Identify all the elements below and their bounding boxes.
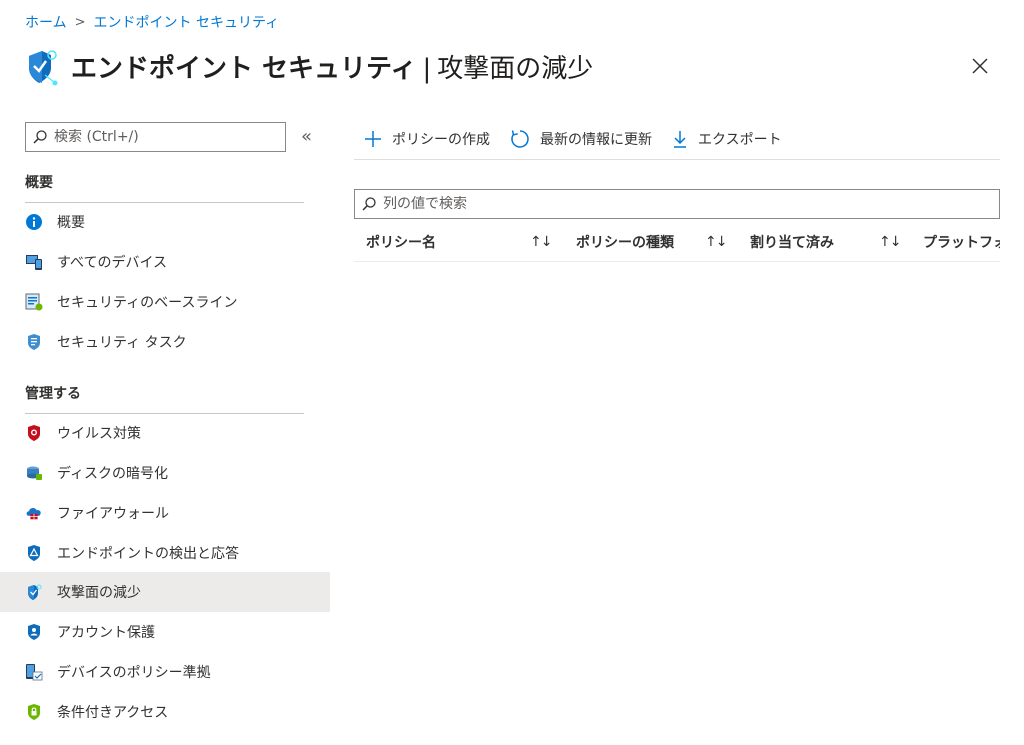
sidebar-item-endpoint-detection[interactable]: エンドポイントの検出と応答 bbox=[0, 533, 330, 573]
sidebar-item-label: すべてのデバイス bbox=[57, 255, 168, 271]
sidebar-search[interactable] bbox=[25, 122, 286, 152]
sidebar-item-antivirus[interactable]: ウイルス対策 bbox=[0, 413, 330, 453]
detection-shield-icon bbox=[25, 544, 43, 562]
sidebar-item-label: セキュリティのベースライン bbox=[57, 295, 238, 311]
sidebar-item-label: セキュリティ タスク bbox=[57, 335, 187, 351]
close-icon bbox=[972, 58, 988, 74]
filter-search-input[interactable] bbox=[383, 196, 983, 212]
breadcrumb: ホーム > エンドポイント セキュリティ bbox=[25, 12, 279, 32]
page-title-main: エンドポイント セキュリティ bbox=[71, 53, 417, 84]
export-label: エクスポート bbox=[698, 131, 782, 148]
breadcrumb-current-link[interactable]: エンドポイント セキュリティ bbox=[94, 12, 280, 32]
column-header-assigned[interactable]: 割り当て済み bbox=[750, 222, 834, 261]
refresh-icon bbox=[511, 129, 529, 148]
section-header-overview: 概要 bbox=[25, 172, 304, 203]
sidebar-item-all-devices[interactable]: すべてのデバイス bbox=[0, 242, 330, 282]
sidebar-item-label: 概要 bbox=[57, 215, 85, 231]
search-icon bbox=[33, 130, 47, 144]
info-icon bbox=[25, 213, 43, 231]
sort-policy-name-icon[interactable]: ↑↓ bbox=[530, 222, 552, 261]
antivirus-shield-icon bbox=[25, 424, 43, 442]
sidebar-item-label: 攻撃面の減少 bbox=[57, 585, 141, 601]
sidebar-item-label: 条件付きアクセス bbox=[57, 705, 169, 721]
column-header-platform[interactable]: プラットフォーム bbox=[923, 222, 1000, 261]
devices-icon bbox=[25, 253, 43, 271]
sidebar-item-conditional-access[interactable]: 条件付きアクセス bbox=[0, 692, 330, 732]
conditional-access-icon bbox=[25, 703, 43, 721]
section-header-manage: 管理する bbox=[25, 383, 304, 414]
sidebar-item-label: ディスクの暗号化 bbox=[57, 466, 169, 482]
page-header: エンドポイント セキュリティ | 攻撃面の減少 bbox=[25, 46, 593, 86]
firewall-icon bbox=[25, 504, 43, 522]
page-title-sub: 攻撃面の減少 bbox=[437, 53, 594, 84]
compliance-icon bbox=[25, 663, 43, 681]
baseline-icon bbox=[25, 293, 43, 311]
create-policy-button[interactable]: ポリシーの作成 bbox=[364, 129, 490, 149]
breadcrumb-home-link[interactable]: ホーム bbox=[25, 12, 67, 32]
sort-policy-type-icon[interactable]: ↑↓ bbox=[705, 222, 727, 261]
sidebar-item-disk-encryption[interactable]: ディスクの暗号化 bbox=[0, 453, 330, 493]
filter-search[interactable] bbox=[354, 189, 1000, 219]
sidebar-item-account-protection[interactable]: アカウント保護 bbox=[0, 612, 330, 652]
plus-icon bbox=[365, 130, 381, 147]
sidebar-item-label: エンドポイントの検出と応答 bbox=[57, 546, 239, 562]
search-icon bbox=[362, 197, 376, 211]
export-button[interactable]: エクスポート bbox=[672, 129, 782, 149]
collapse-sidebar-button[interactable]: « bbox=[301, 126, 312, 147]
sidebar-item-security-tasks[interactable]: セキュリティ タスク bbox=[0, 322, 330, 362]
breadcrumb-separator: > bbox=[74, 14, 86, 30]
close-button[interactable] bbox=[966, 52, 994, 80]
sidebar-item-label: ウイルス対策 bbox=[57, 426, 141, 442]
download-icon bbox=[674, 130, 686, 148]
sidebar-item-label: ファイアウォール bbox=[57, 506, 169, 522]
account-protection-icon bbox=[25, 623, 43, 641]
sidebar-item-firewall[interactable]: ファイアウォール bbox=[0, 493, 330, 533]
sort-assigned-icon[interactable]: ↑↓ bbox=[879, 222, 901, 261]
create-policy-label: ポリシーの作成 bbox=[392, 131, 490, 148]
sidebar-item-label: デバイスのポリシー準拠 bbox=[57, 665, 211, 681]
attack-surface-icon bbox=[25, 583, 43, 601]
refresh-label: 最新の情報に更新 bbox=[540, 131, 652, 148]
column-header-policy-type[interactable]: ポリシーの種類 bbox=[576, 222, 674, 261]
shield-check-icon bbox=[29, 50, 58, 86]
task-shield-icon bbox=[25, 333, 43, 351]
page-title: エンドポイント セキュリティ | 攻撃面の減少 bbox=[71, 48, 593, 85]
table-header: ポリシー名 ↑↓ ポリシーの種類 ↑↓ 割り当て済み ↑↓ プラットフォーム bbox=[354, 222, 1000, 262]
column-header-policy-name[interactable]: ポリシー名 bbox=[366, 222, 436, 261]
refresh-button[interactable]: 最新の情報に更新 bbox=[510, 129, 652, 149]
sidebar-item-security-baselines[interactable]: セキュリティのベースライン bbox=[0, 282, 330, 322]
disk-encryption-icon bbox=[25, 464, 43, 482]
sidebar-item-label: アカウント保護 bbox=[57, 625, 155, 641]
sidebar-search-input[interactable] bbox=[54, 129, 274, 145]
sidebar-item-overview[interactable]: 概要 bbox=[0, 202, 330, 242]
sidebar-item-attack-surface-reduction[interactable]: 攻撃面の減少 bbox=[0, 572, 330, 612]
page-title-separator: | bbox=[422, 53, 432, 84]
command-bar: ポリシーの作成 最新の情報に更新 エクスポート bbox=[354, 118, 1000, 160]
sidebar-item-device-compliance[interactable]: デバイスのポリシー準拠 bbox=[0, 652, 330, 692]
